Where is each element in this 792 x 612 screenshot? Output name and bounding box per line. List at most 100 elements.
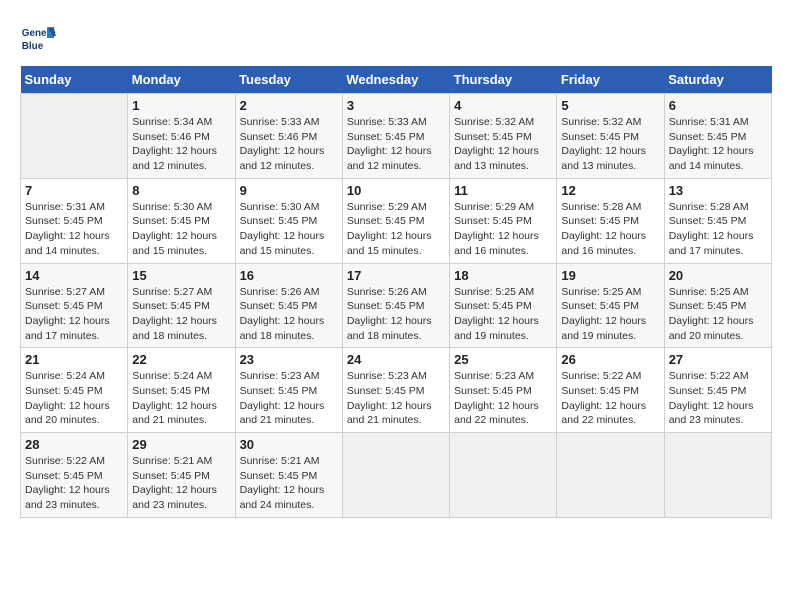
day-cell: 28Sunrise: 5:22 AM Sunset: 5:45 PM Dayli… xyxy=(21,433,128,518)
day-number: 21 xyxy=(25,352,123,367)
day-cell: 18 Sunrise: 5:25 AM Sunset: 5:45 PM Dayli… xyxy=(450,263,557,348)
day-cell: 22Sunrise: 5:24 AM Sunset: 5:45 PM Dayli… xyxy=(128,348,235,433)
day-cell: 10 Sunrise: 5:29 AM Sunset: 5:45 PM Dayli… xyxy=(342,178,449,263)
day-info: Sunrise: 5:28 AM Sunset: 5:45 PM Dayligh… xyxy=(669,200,767,259)
day-number: 4 xyxy=(454,98,552,113)
day-number: 28 xyxy=(25,437,123,452)
day-cell: 16 Sunrise: 5:26 AM Sunset: 5:45 PM Dayli… xyxy=(235,263,342,348)
day-info: Sunrise: 5:32 AM Sunset: 5:45 PM Dayligh… xyxy=(561,115,659,174)
day-info: Sunrise: 5:25 AM Sunset: 5:45 PM Dayligh… xyxy=(669,285,767,344)
day-info: Sunrise: 5:21 AM Sunset: 5:45 PM Dayligh… xyxy=(240,454,338,513)
day-info: Sunrise: 5:21 AM Sunset: 5:45 PM Dayligh… xyxy=(132,454,230,513)
day-number: 16 xyxy=(240,268,338,283)
day-number: 29 xyxy=(132,437,230,452)
header-cell-sunday: Sunday xyxy=(21,66,128,94)
header-cell-saturday: Saturday xyxy=(664,66,771,94)
day-info: Sunrise: 5:26 AM Sunset: 5:45 PM Dayligh… xyxy=(347,285,445,344)
week-row-2: 7 Sunrise: 5:31 AM Sunset: 5:45 PM Daylig… xyxy=(21,178,772,263)
day-info: Sunrise: 5:25 AM Sunset: 5:45 PM Dayligh… xyxy=(561,285,659,344)
svg-text:Blue: Blue xyxy=(22,41,44,52)
day-number: 8 xyxy=(132,183,230,198)
week-row-1: 1 Sunrise: 5:34 AM Sunset: 5:46 PM Daylig… xyxy=(21,94,772,179)
day-info: Sunrise: 5:27 AM Sunset: 5:45 PM Dayligh… xyxy=(25,285,123,344)
day-number: 3 xyxy=(347,98,445,113)
day-cell: 1 Sunrise: 5:34 AM Sunset: 5:46 PM Daylig… xyxy=(128,94,235,179)
day-info: Sunrise: 5:23 AM Sunset: 5:45 PM Dayligh… xyxy=(240,369,338,428)
day-info: Sunrise: 5:31 AM Sunset: 5:45 PM Dayligh… xyxy=(669,115,767,174)
day-cell: 4 Sunrise: 5:32 AM Sunset: 5:45 PM Daylig… xyxy=(450,94,557,179)
day-cell: 2Sunrise: 5:33 AM Sunset: 5:46 PM Daylig… xyxy=(235,94,342,179)
day-cell: 9 Sunrise: 5:30 AM Sunset: 5:45 PM Daylig… xyxy=(235,178,342,263)
day-number: 27 xyxy=(669,352,767,367)
day-info: Sunrise: 5:30 AM Sunset: 5:45 PM Dayligh… xyxy=(240,200,338,259)
day-info: Sunrise: 5:31 AM Sunset: 5:45 PM Dayligh… xyxy=(25,200,123,259)
day-info: Sunrise: 5:23 AM Sunset: 5:45 PM Dayligh… xyxy=(347,369,445,428)
day-number: 1 xyxy=(132,98,230,113)
day-cell: 14 Sunrise: 5:27 AM Sunset: 5:45 PM Dayli… xyxy=(21,263,128,348)
logo-icon: General Blue xyxy=(20,20,56,56)
day-cell xyxy=(450,433,557,518)
day-info: Sunrise: 5:24 AM Sunset: 5:45 PM Dayligh… xyxy=(25,369,123,428)
day-info: Sunrise: 5:30 AM Sunset: 5:45 PM Dayligh… xyxy=(132,200,230,259)
day-cell: 29 Sunrise: 5:21 AM Sunset: 5:45 PM Dayli… xyxy=(128,433,235,518)
header-cell-friday: Friday xyxy=(557,66,664,94)
page-header: General Blue xyxy=(20,20,772,56)
day-number: 13 xyxy=(669,183,767,198)
day-number: 10 xyxy=(347,183,445,198)
day-cell: 30 Sunrise: 5:21 AM Sunset: 5:45 PM Dayli… xyxy=(235,433,342,518)
week-row-4: 21 Sunrise: 5:24 AM Sunset: 5:45 PM Dayli… xyxy=(21,348,772,433)
day-number: 14 xyxy=(25,268,123,283)
day-cell xyxy=(21,94,128,179)
day-cell: 11 Sunrise: 5:29 AM Sunset: 5:45 PM Dayli… xyxy=(450,178,557,263)
day-cell: 25Sunrise: 5:23 AM Sunset: 5:45 PM Dayli… xyxy=(450,348,557,433)
day-info: Sunrise: 5:26 AM Sunset: 5:45 PM Dayligh… xyxy=(240,285,338,344)
day-number: 19 xyxy=(561,268,659,283)
day-cell xyxy=(664,433,771,518)
day-cell: 24 Sunrise: 5:23 AM Sunset: 5:45 PM Dayli… xyxy=(342,348,449,433)
day-info: Sunrise: 5:25 AM Sunset: 5:45 PM Dayligh… xyxy=(454,285,552,344)
day-cell: 8 Sunrise: 5:30 AM Sunset: 5:45 PM Daylig… xyxy=(128,178,235,263)
day-cell: 5 Sunrise: 5:32 AM Sunset: 5:45 PM Daylig… xyxy=(557,94,664,179)
day-info: Sunrise: 5:22 AM Sunset: 5:45 PM Dayligh… xyxy=(561,369,659,428)
calendar-header: SundayMondayTuesdayWednesdayThursdayFrid… xyxy=(21,66,772,94)
day-number: 22 xyxy=(132,352,230,367)
day-cell: 3 Sunrise: 5:33 AM Sunset: 5:45 PM Daylig… xyxy=(342,94,449,179)
day-number: 24 xyxy=(347,352,445,367)
header-row: SundayMondayTuesdayWednesdayThursdayFrid… xyxy=(21,66,772,94)
day-cell: 26 Sunrise: 5:22 AM Sunset: 5:45 PM Dayli… xyxy=(557,348,664,433)
day-number: 30 xyxy=(240,437,338,452)
day-number: 7 xyxy=(25,183,123,198)
header-cell-tuesday: Tuesday xyxy=(235,66,342,94)
day-number: 6 xyxy=(669,98,767,113)
day-number: 25 xyxy=(454,352,552,367)
calendar-table: SundayMondayTuesdayWednesdayThursdayFrid… xyxy=(20,66,772,518)
day-cell: 13 Sunrise: 5:28 AM Sunset: 5:45 PM Dayli… xyxy=(664,178,771,263)
day-info: Sunrise: 5:33 AM Sunset: 5:45 PM Dayligh… xyxy=(347,115,445,174)
day-number: 15 xyxy=(132,268,230,283)
day-cell: 17Sunrise: 5:26 AM Sunset: 5:45 PM Dayli… xyxy=(342,263,449,348)
day-cell: 19 Sunrise: 5:25 AM Sunset: 5:45 PM Dayli… xyxy=(557,263,664,348)
day-cell: 21 Sunrise: 5:24 AM Sunset: 5:45 PM Dayli… xyxy=(21,348,128,433)
day-info: Sunrise: 5:34 AM Sunset: 5:46 PM Dayligh… xyxy=(132,115,230,174)
day-cell xyxy=(557,433,664,518)
day-cell: 27Sunrise: 5:22 AM Sunset: 5:45 PM Dayli… xyxy=(664,348,771,433)
header-cell-thursday: Thursday xyxy=(450,66,557,94)
day-number: 5 xyxy=(561,98,659,113)
day-info: Sunrise: 5:32 AM Sunset: 5:45 PM Dayligh… xyxy=(454,115,552,174)
header-cell-wednesday: Wednesday xyxy=(342,66,449,94)
day-number: 11 xyxy=(454,183,552,198)
calendar-body: 1 Sunrise: 5:34 AM Sunset: 5:46 PM Daylig… xyxy=(21,94,772,518)
week-row-3: 14 Sunrise: 5:27 AM Sunset: 5:45 PM Dayli… xyxy=(21,263,772,348)
logo: General Blue xyxy=(20,20,60,56)
day-number: 12 xyxy=(561,183,659,198)
day-info: Sunrise: 5:27 AM Sunset: 5:45 PM Dayligh… xyxy=(132,285,230,344)
day-cell: 23Sunrise: 5:23 AM Sunset: 5:45 PM Dayli… xyxy=(235,348,342,433)
week-row-5: 28Sunrise: 5:22 AM Sunset: 5:45 PM Dayli… xyxy=(21,433,772,518)
day-info: Sunrise: 5:29 AM Sunset: 5:45 PM Dayligh… xyxy=(454,200,552,259)
day-info: Sunrise: 5:29 AM Sunset: 5:45 PM Dayligh… xyxy=(347,200,445,259)
day-info: Sunrise: 5:33 AM Sunset: 5:46 PM Dayligh… xyxy=(240,115,338,174)
day-number: 9 xyxy=(240,183,338,198)
day-number: 18 xyxy=(454,268,552,283)
day-number: 26 xyxy=(561,352,659,367)
day-cell: 7 Sunrise: 5:31 AM Sunset: 5:45 PM Daylig… xyxy=(21,178,128,263)
